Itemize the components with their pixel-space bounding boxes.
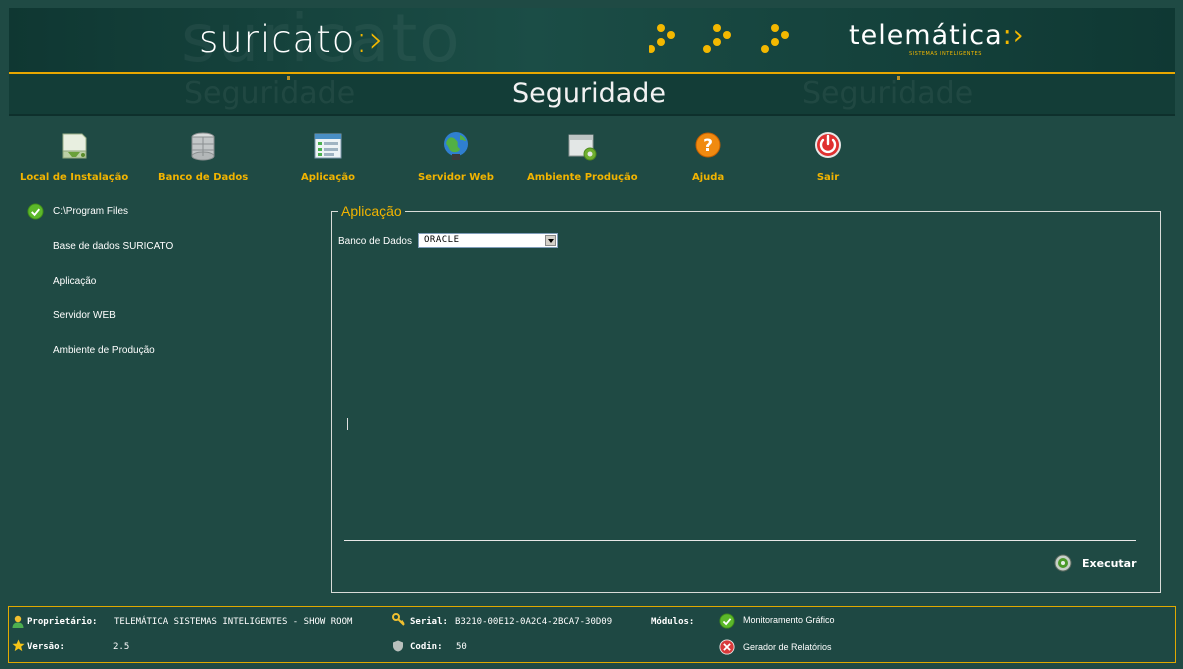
codin-label: Codin: [410, 642, 443, 652]
header-banner: suricato suricato:› telemática:› SISTEMA… [9, 8, 1175, 72]
panel-divider [344, 540, 1136, 541]
step-label: Ambiente de Produção [53, 345, 155, 356]
step-item-ambiente-producao: Ambiente de Produção [24, 343, 274, 361]
owner-label: Proprietário: [27, 617, 98, 627]
toolbar-ajuda[interactable]: ? Ajuda [692, 130, 724, 183]
key-icon [392, 613, 405, 626]
title-tick [897, 76, 900, 80]
status-footer: Proprietário: TELEMÁTICA SISTEMAS INTELI… [8, 606, 1176, 663]
logo-text: suricato [199, 18, 356, 61]
title-bar: Seguridade Seguridade Seguridade [9, 74, 1175, 114]
company-name: telemática [849, 20, 1003, 51]
toolbar-sair[interactable]: Sair [812, 130, 844, 183]
title-tick [287, 76, 290, 80]
step-label: C:\Program Files [53, 206, 129, 217]
owner-value: TELEMÁTICA SISTEMAS INTELIGENTES - SHOW … [114, 617, 353, 627]
step-label: Servidor WEB [53, 310, 116, 321]
database-icon [191, 132, 215, 161]
toolbar-ambiente-producao[interactable]: Ambiente Produção [527, 130, 638, 183]
suricato-logo: suricato:› [199, 18, 385, 61]
database-select-value: ORACLE [424, 235, 460, 245]
toolbar-label: Aplicação [301, 172, 355, 183]
version-value: 2.5 [113, 642, 130, 652]
serial-label: Serial: [410, 617, 448, 627]
step-label: Aplicação [53, 276, 97, 287]
globe-icon [443, 132, 468, 160]
help-icon: ? [695, 132, 721, 158]
star-icon [12, 639, 25, 652]
toolbar-servidor-web[interactable]: Servidor Web [418, 130, 494, 183]
check-icon [719, 613, 735, 629]
version-label: Versão: [27, 642, 65, 652]
toolbar-label: Sair [816, 172, 840, 183]
power-icon [815, 132, 841, 158]
application-window-icon [314, 133, 342, 159]
step-item-base-dados: Base de dados SURICATO [24, 239, 274, 257]
shield-icon [393, 640, 403, 652]
gear-icon [1054, 554, 1072, 572]
drive-icon [62, 133, 87, 159]
panel-title: Aplicação [338, 203, 405, 219]
modules-label: Módulos: [651, 617, 695, 627]
telematica-logo: telemática:› [849, 20, 1025, 51]
toolbar-label: Servidor Web [418, 172, 494, 183]
step-label: Base de dados SURICATO [53, 241, 174, 252]
toolbar-label: Local de Instalação [20, 172, 129, 183]
page-title: Seguridade [512, 78, 667, 109]
title-watermark-right: Seguridade [802, 76, 974, 111]
toolbar-label: Ambiente Produção [527, 172, 638, 183]
window-gear-icon [568, 134, 597, 161]
error-icon [719, 639, 735, 655]
database-label: Banco de Dados [338, 236, 412, 247]
execute-label: Executar [1082, 557, 1137, 570]
toolbar-local-instalacao[interactable]: Local de Instalação [20, 130, 128, 183]
title-divider [9, 114, 1175, 116]
text-cursor [347, 418, 348, 430]
svg-text:?: ? [703, 136, 713, 156]
check-icon [27, 203, 44, 220]
toolbar-banco-de-dados[interactable]: Banco de Dados [158, 130, 248, 183]
codin-value: 50 [456, 642, 467, 652]
step-item-program-files: C:\Program Files [24, 203, 274, 222]
toolbar-label: Banco de Dados [158, 172, 249, 183]
title-watermark-left: Seguridade [184, 76, 356, 111]
database-select[interactable]: ORACLE [418, 233, 558, 248]
toolbar-aplicacao[interactable]: Aplicação [301, 130, 355, 183]
user-icon [12, 615, 24, 628]
logo-arrows: :› [355, 18, 385, 61]
application-panel [331, 211, 1161, 593]
step-item-aplicacao: Aplicação [24, 274, 274, 292]
company-subtitle: SISTEMAS INTELIGENTES [909, 51, 982, 57]
company-arrows: :› [1002, 20, 1025, 51]
module-gerador: Gerador de Relatórios [743, 642, 832, 652]
step-item-servidor-web: Servidor WEB [24, 308, 274, 326]
module-monitoramento: Monitoramento Gráfico [743, 615, 835, 625]
decorative-dots-icon [649, 24, 789, 53]
chevron-down-icon[interactable] [545, 235, 556, 246]
toolbar-label: Ajuda [692, 172, 725, 183]
serial-value: B3210-00E12-0A2C4-2BCA7-30D09 [455, 617, 613, 627]
